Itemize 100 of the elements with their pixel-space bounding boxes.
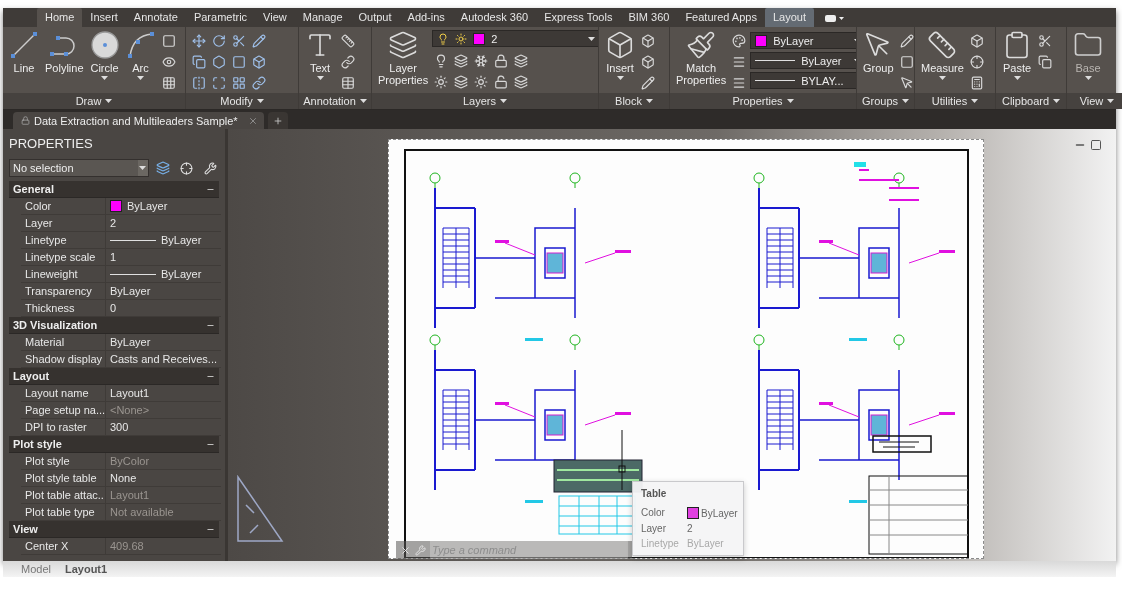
ruler-icon xyxy=(341,33,355,48)
ribbon-tool-button[interactable]: Insert xyxy=(603,30,637,80)
ribbon-tab[interactable]: Insert xyxy=(82,8,126,27)
section-header[interactable]: View xyxy=(9,521,219,538)
panel-title-bar[interactable]: Groups xyxy=(857,93,914,109)
ribbon-tab[interactable]: Express Tools xyxy=(536,8,621,27)
copy-button[interactable] xyxy=(190,53,208,70)
sun-icon xyxy=(474,74,489,89)
property-value[interactable]: Layout1 xyxy=(105,385,221,401)
array-button[interactable] xyxy=(230,74,248,91)
caret-icon xyxy=(137,76,145,80)
color-dropdown[interactable]: ByLayer xyxy=(750,32,856,49)
crosshair-button[interactable] xyxy=(178,159,196,177)
cube-button[interactable] xyxy=(250,53,268,70)
caret-icon xyxy=(1107,99,1115,103)
ribbon-tool-button[interactable]: Group xyxy=(861,30,896,74)
selection-dropdown[interactable]: No selection xyxy=(9,159,149,177)
scale-button[interactable] xyxy=(210,74,228,91)
move-button[interactable] xyxy=(190,32,208,49)
ribbon-tool-button[interactable]: Line xyxy=(7,30,41,74)
panel-title-bar[interactable]: Draw xyxy=(3,93,185,109)
property-name: Linetype xyxy=(24,233,68,248)
ribbon-tab[interactable]: Parametric xyxy=(185,8,256,27)
ribbon-tab[interactable]: Featured Apps xyxy=(677,8,765,27)
bulb-icon[interactable] xyxy=(437,32,450,45)
sun-icon[interactable] xyxy=(455,32,468,45)
section-header[interactable]: Plot style xyxy=(9,436,219,453)
line-sample xyxy=(755,60,796,61)
ribbon-tool-button[interactable]: Measure xyxy=(919,30,966,80)
array-icon xyxy=(232,75,246,90)
property-value[interactable]: ByLayer xyxy=(105,266,221,282)
panel-title-bar[interactable]: Block xyxy=(599,93,669,109)
property-value[interactable]: Casts and Receives... xyxy=(105,351,221,367)
ribbon-tab[interactable]: Home xyxy=(37,8,83,27)
property-value[interactable]: 0 xyxy=(105,300,221,316)
panel-title-bar[interactable]: Utilities xyxy=(915,93,995,109)
ribbon-tool-button[interactable]: Arc xyxy=(123,30,158,80)
ribbon-tab[interactable]: Autodesk 360 xyxy=(452,8,537,27)
block-button[interactable] xyxy=(639,53,657,70)
crosshair-icon xyxy=(969,54,984,69)
ribbon-tab[interactable]: BIM 360 xyxy=(620,8,678,27)
ribbon-tool-button[interactable]: Layer Properties xyxy=(376,30,431,86)
property-value[interactable]: 1 xyxy=(105,249,221,265)
new-tab-button[interactable] xyxy=(267,112,288,129)
corner-button[interactable] xyxy=(230,53,248,70)
ribbon-tool-button[interactable]: Match Properties xyxy=(674,30,729,86)
panel-title-bar[interactable]: Modify xyxy=(186,93,298,109)
ribbon-tool-button[interactable]: Circle xyxy=(87,30,122,80)
property-name: DPI to raster xyxy=(24,420,88,435)
caret-icon xyxy=(938,76,946,80)
ribbon-tab[interactable]: Layout xyxy=(764,8,814,27)
copy-button[interactable] xyxy=(1036,53,1054,70)
line-sample xyxy=(110,273,156,275)
property-value[interactable]: None xyxy=(105,470,221,486)
panel-title-bar[interactable]: Properties xyxy=(670,93,856,109)
panel-title-bar[interactable]: Annotation xyxy=(299,93,371,109)
table-button[interactable] xyxy=(339,74,357,91)
layout-tab[interactable]: Model xyxy=(21,563,51,575)
ribbon-tab[interactable]: Add-ins xyxy=(399,8,453,27)
document-tab[interactable]: Data Extraction and Multileaders Sample* xyxy=(13,112,264,129)
layers-icon xyxy=(388,30,419,60)
caret-icon xyxy=(588,36,596,41)
ribbon-tool-button[interactable]: Base xyxy=(1071,30,1105,80)
pencil-button[interactable] xyxy=(639,74,657,91)
section-header[interactable]: 3D Visualization xyxy=(9,317,219,334)
section-header[interactable]: General xyxy=(9,181,219,198)
section-header[interactable]: Layout xyxy=(9,368,219,385)
caret-icon xyxy=(1084,76,1092,80)
ribbon-tab[interactable]: View xyxy=(255,8,295,27)
layer-dropdown[interactable]: 2 xyxy=(432,30,598,47)
ribbon-tool-button[interactable]: Paste xyxy=(1000,30,1034,80)
block-icon xyxy=(641,54,655,69)
ribbon-tool-button[interactable]: Text xyxy=(303,30,337,80)
caret-icon xyxy=(105,99,113,103)
ribbon-tab[interactable]: Annotate xyxy=(125,8,186,27)
linetype-dropdown[interactable]: BYLAY... xyxy=(750,72,856,89)
ribbon-tab[interactable]: Output xyxy=(350,8,400,27)
caret-icon xyxy=(1013,76,1021,80)
property-value[interactable]: ByLayer xyxy=(105,198,221,214)
panel-title-bar[interactable]: View xyxy=(1067,93,1122,109)
property-value[interactable]: 2 xyxy=(105,215,221,231)
property-value[interactable]: ByLayer xyxy=(105,283,221,299)
ribbon-tab[interactable]: Manage xyxy=(294,8,351,27)
linetype-dropdown[interactable]: ByLayer xyxy=(750,52,856,69)
property-value[interactable]: 300 xyxy=(105,419,221,435)
layout-tab[interactable]: Layout1 xyxy=(64,563,108,575)
block-button[interactable] xyxy=(639,32,657,49)
property-value[interactable]: ByLayer xyxy=(105,334,221,350)
panel-title-bar[interactable]: Layers xyxy=(372,93,598,109)
pencil-button[interactable] xyxy=(250,32,268,49)
caret-icon xyxy=(645,99,653,103)
panel-title-bar[interactable]: Clipboard xyxy=(996,93,1066,109)
ruler-button[interactable] xyxy=(339,32,357,49)
caret-icon xyxy=(101,76,109,80)
close-icon[interactable] xyxy=(400,544,411,556)
caret-icon xyxy=(971,99,979,103)
maximize-icon[interactable] xyxy=(1090,139,1102,151)
ribbon-tool-button[interactable]: Polyline xyxy=(43,30,86,74)
rotate-button[interactable] xyxy=(210,32,228,49)
property-value[interactable]: ByLayer xyxy=(105,232,221,248)
